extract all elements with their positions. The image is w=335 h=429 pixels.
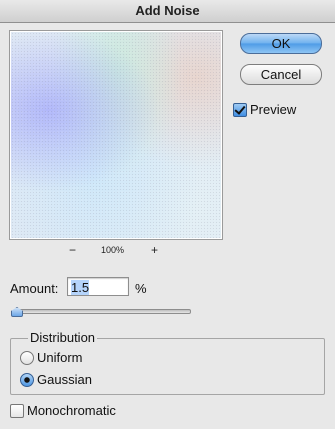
ok-button[interactable]: OK	[240, 33, 322, 54]
cancel-button[interactable]: Cancel	[240, 64, 322, 85]
zoom-in-button[interactable]: +	[151, 244, 158, 256]
radio-gaussian-label: Gaussian	[37, 372, 92, 387]
preview-checkbox-label: Preview	[250, 102, 297, 117]
preview-checkbox[interactable]	[233, 103, 247, 117]
zoom-level-label: 100%	[101, 245, 125, 255]
noise-preview-image[interactable]	[11, 32, 221, 238]
zoom-out-button[interactable]: −	[69, 244, 76, 256]
amount-input[interactable]: 1.5	[67, 277, 129, 296]
amount-slider-track[interactable]	[16, 309, 191, 314]
preview-checkbox-row[interactable]: Preview	[233, 102, 323, 118]
zoom-controls: − 100% +	[9, 244, 223, 258]
radio-uniform[interactable]	[20, 351, 34, 365]
dialog-title: Add Noise	[0, 0, 335, 23]
radio-gaussian-row[interactable]: Gaussian	[20, 372, 110, 388]
preview-window[interactable]	[9, 30, 223, 240]
distribution-title: Distribution	[28, 330, 98, 345]
radio-uniform-label: Uniform	[37, 350, 83, 365]
monochromatic-checkbox[interactable]	[10, 404, 24, 418]
amount-label: Amount:	[10, 281, 59, 296]
monochromatic-checkbox-row[interactable]: Monochromatic	[10, 403, 150, 419]
monochromatic-checkbox-label: Monochromatic	[27, 403, 116, 418]
radio-gaussian[interactable]	[20, 373, 34, 387]
amount-value: 1.5	[71, 280, 90, 295]
radio-uniform-row[interactable]: Uniform	[20, 350, 110, 366]
amount-unit: %	[135, 281, 147, 296]
